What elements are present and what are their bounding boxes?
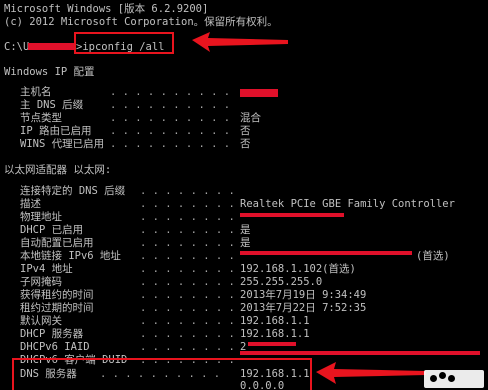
- setting-label: 租约过期的时间: [20, 302, 94, 314]
- setting-dots: . . . . . . . .: [140, 302, 242, 314]
- setting-label: DHCP 已启用: [20, 224, 84, 236]
- setting-dots: . . . . . . . . . .: [110, 138, 231, 150]
- setting-label: IP 路由已启用: [20, 125, 92, 137]
- setting-value: 255.255.255.0: [240, 276, 323, 288]
- setting-label: 本地链接 IPv6 地址: [20, 250, 121, 262]
- watermark-logo: [424, 370, 484, 388]
- setting-label: 默认网关: [20, 315, 62, 327]
- setting-label: 子网掩码: [20, 276, 62, 288]
- setting-dots: . . . . . . . .: [140, 276, 242, 288]
- setting-value: 2013年7月22日 7:52:35: [240, 302, 367, 314]
- setting-value: 192.168.1.1: [240, 328, 310, 340]
- setting-label: WINS 代理已启用: [20, 138, 105, 150]
- setting-dots: . . . . . . . . . .: [110, 112, 231, 124]
- setting-label: 主机名: [20, 86, 52, 98]
- setting-dots: . . . . . . . . . .: [110, 86, 231, 98]
- setting-value: 是: [240, 237, 251, 249]
- command-prompt-window[interactable]: Microsoft Windows [版本 6.2.9200] (c) 2012…: [0, 0, 488, 390]
- setting-value: 192.168.1.1: [240, 315, 310, 327]
- setting-dots: . . . . . . . .: [140, 263, 242, 275]
- setting-label: 自动配置已启用: [20, 237, 94, 249]
- setting-label: DHCPv6 IAID: [20, 341, 90, 353]
- setting-dots: . . . . . . . .: [140, 185, 242, 197]
- setting-label: 描述: [20, 198, 41, 210]
- redaction-bar: [240, 89, 278, 97]
- adapter-heading: 以太网适配器 以太网:: [4, 164, 112, 176]
- setting-dots: . . . . . . . .: [140, 289, 242, 301]
- setting-dots: . . . . . . . .: [140, 224, 242, 236]
- arrow-icon: [316, 362, 426, 384]
- setting-label: 物理地址: [20, 211, 62, 223]
- version-line: Microsoft Windows [版本 6.2.9200]: [4, 3, 209, 15]
- setting-label: 主 DNS 后缀: [20, 99, 84, 111]
- setting-value: Realtek PCIe GBE Family Controller: [240, 198, 455, 210]
- ip-config-heading: Windows IP 配置: [4, 66, 95, 78]
- setting-dots: . . . . . . . .: [140, 198, 242, 210]
- setting-dots: . . . . . . . . . .: [110, 125, 231, 137]
- setting-dots: . . . . . . . .: [140, 237, 242, 249]
- redaction-bar: [248, 342, 296, 346]
- setting-value: 192.168.1.102(首选): [240, 263, 356, 275]
- setting-value: (首选): [416, 250, 450, 262]
- setting-dots: . . . . . . . .: [140, 328, 242, 340]
- setting-dots: . . . . . . . .: [140, 211, 242, 223]
- setting-dots: . . . . . . . .: [140, 341, 242, 353]
- redaction-bar: [28, 43, 74, 50]
- copyright-line: (c) 2012 Microsoft Corporation。保留所有权利。: [4, 16, 278, 28]
- setting-value: 2013年7月19日 9:34:49: [240, 289, 367, 301]
- setting-value: 否: [240, 138, 251, 150]
- setting-label: 获得租约的时间: [20, 289, 94, 301]
- dns-highlight-box: [12, 358, 312, 390]
- arrow-icon: [192, 32, 288, 52]
- setting-dots: . . . . . . . . . .: [110, 99, 231, 111]
- setting-dots: . . . . . . . .: [140, 315, 242, 327]
- command-highlight-box: [74, 32, 174, 54]
- setting-label: IPv4 地址: [20, 263, 73, 275]
- redaction-bar: [240, 213, 344, 217]
- prompt-path: C:\U: [4, 41, 30, 53]
- redaction-bar: [240, 251, 412, 255]
- setting-dots: . . . . . . . .: [140, 250, 242, 262]
- redaction-bar: [240, 351, 480, 355]
- setting-label: DHCP 服务器: [20, 328, 84, 340]
- setting-label: 节点类型: [20, 112, 62, 124]
- setting-value: 混合: [240, 112, 261, 124]
- setting-value: 否: [240, 125, 251, 137]
- setting-value: 是: [240, 224, 251, 236]
- setting-label: 连接特定的 DNS 后缀: [20, 185, 126, 197]
